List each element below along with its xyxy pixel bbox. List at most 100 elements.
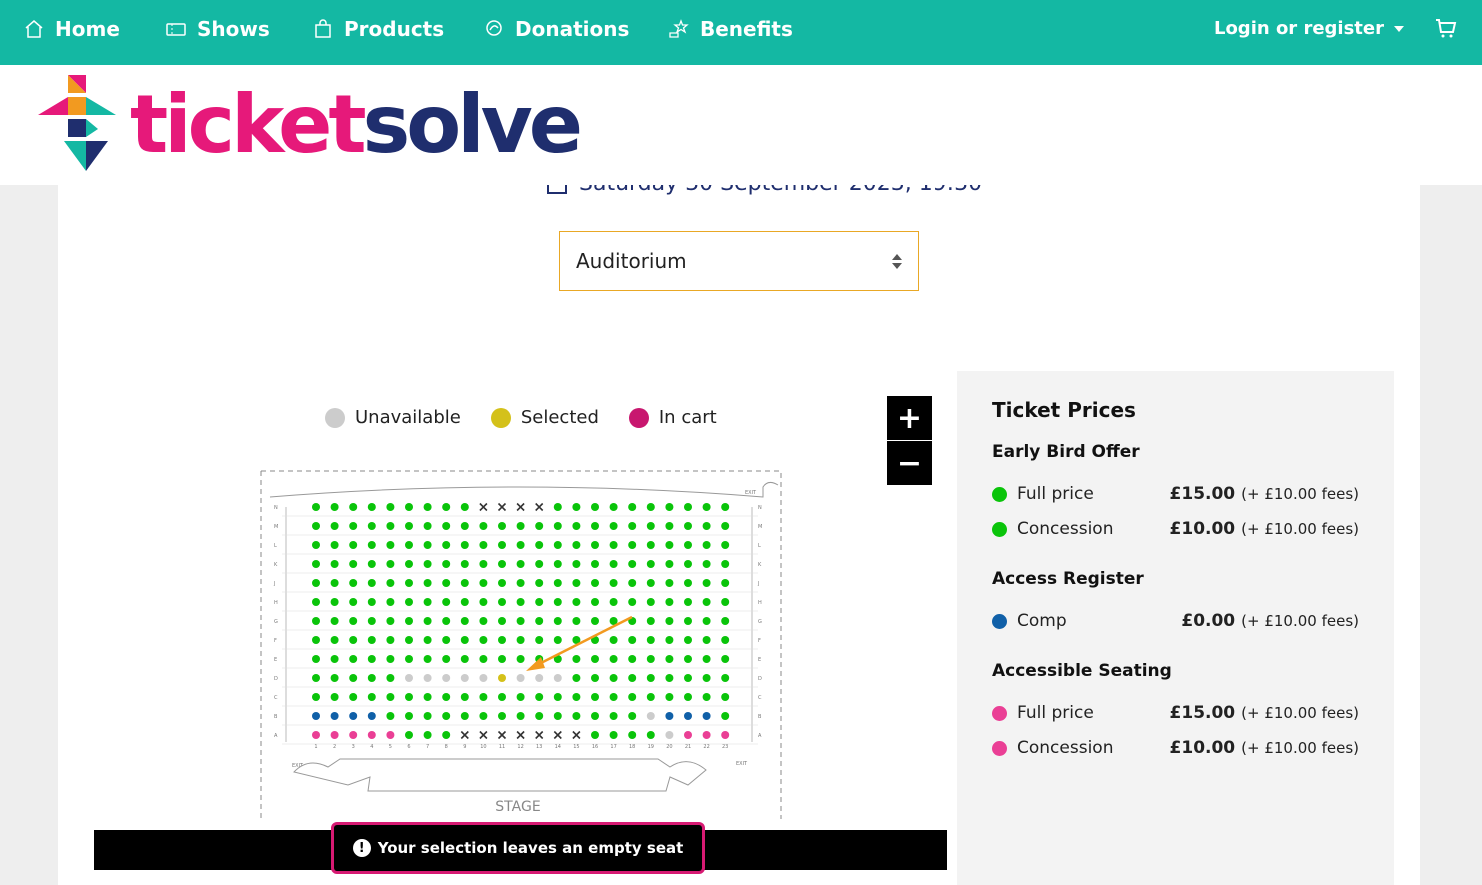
seat-available[interactable] (479, 522, 488, 530)
seat-available[interactable] (572, 541, 581, 549)
seat-accessible[interactable] (349, 731, 358, 739)
seat-available[interactable] (349, 655, 358, 663)
seat-available[interactable] (405, 522, 413, 530)
seat-available[interactable] (460, 579, 469, 587)
seat-available[interactable] (646, 560, 655, 568)
seat-available[interactable] (349, 522, 358, 530)
seat-available[interactable] (460, 636, 469, 644)
seat-access[interactable] (702, 712, 711, 720)
seat-available[interactable] (535, 560, 544, 568)
seat-available[interactable] (423, 655, 432, 663)
seat-available[interactable] (423, 617, 432, 625)
seat-available[interactable] (591, 579, 599, 587)
seat-available[interactable] (553, 617, 562, 625)
seat-available[interactable] (572, 598, 581, 606)
seat-map[interactable]: EXITEXIT EXITSTAGEN NM ML LK KJ JH HG GF FE ED DC CB… (258, 467, 784, 823)
seat-available[interactable] (553, 598, 562, 606)
seat-available[interactable] (405, 598, 413, 606)
seat-available[interactable] (553, 636, 562, 644)
seat-available[interactable] (721, 503, 730, 511)
seat-available[interactable] (572, 674, 581, 682)
seat-available[interactable] (479, 617, 488, 625)
seat-available[interactable] (349, 503, 358, 511)
seat-available[interactable] (609, 655, 618, 663)
seat-available[interactable] (386, 636, 395, 644)
seat-available[interactable] (721, 636, 730, 644)
seat-available[interactable] (405, 655, 413, 663)
seat-available[interactable] (442, 522, 451, 530)
seat-available[interactable] (498, 579, 506, 587)
seat-available[interactable] (460, 503, 469, 511)
seat-available[interactable] (498, 522, 506, 530)
seat-available[interactable] (367, 617, 376, 625)
seat-available[interactable] (460, 617, 469, 625)
seat-available[interactable] (367, 674, 376, 682)
seat-available[interactable] (591, 522, 599, 530)
seat-available[interactable] (665, 522, 674, 530)
seat-available[interactable] (684, 503, 692, 511)
seat-available[interactable] (646, 674, 655, 682)
seat-available[interactable] (628, 693, 637, 701)
nav-donations[interactable]: Donations (484, 16, 629, 42)
seat-available[interactable] (423, 636, 432, 644)
seat-available[interactable] (442, 598, 451, 606)
seat-available[interactable] (591, 617, 599, 625)
seat-available[interactable] (646, 579, 655, 587)
seat-available[interactable] (386, 579, 395, 587)
seat-available[interactable] (405, 560, 413, 568)
seat-available[interactable] (479, 636, 488, 644)
seat-available[interactable] (516, 598, 525, 606)
seat-available[interactable] (684, 636, 692, 644)
seat-available[interactable] (553, 522, 562, 530)
seat-available[interactable] (367, 503, 376, 511)
seat-available[interactable] (628, 503, 637, 511)
seat-available[interactable] (312, 560, 320, 568)
seat-available[interactable] (516, 655, 525, 663)
seat-available[interactable] (702, 541, 711, 549)
seat-available[interactable] (628, 636, 637, 644)
seat-access[interactable] (349, 712, 358, 720)
seat-available[interactable] (367, 579, 376, 587)
seat-available[interactable] (572, 560, 581, 568)
seat-available[interactable] (646, 636, 655, 644)
seat-available[interactable] (516, 636, 525, 644)
seat-available[interactable] (591, 693, 599, 701)
seat-available[interactable] (591, 598, 599, 606)
seat-available[interactable] (479, 655, 488, 663)
seat-available[interactable] (665, 579, 674, 587)
seat-available[interactable] (460, 655, 469, 663)
ticketsolve-wordmark[interactable]: ticketsolve (130, 75, 583, 175)
seat-accessible[interactable] (684, 731, 692, 739)
seat-available[interactable] (609, 636, 618, 644)
seat-available[interactable] (405, 731, 413, 739)
seat-available[interactable] (591, 503, 599, 511)
seat-available[interactable] (684, 617, 692, 625)
seat-available[interactable] (646, 522, 655, 530)
seat-available[interactable] (312, 617, 320, 625)
seat-available[interactable] (423, 579, 432, 587)
seat-available[interactable] (721, 693, 730, 701)
seat-available[interactable] (665, 636, 674, 644)
seat-available[interactable] (535, 579, 544, 587)
seat-available[interactable] (442, 636, 451, 644)
seat-available[interactable] (405, 503, 413, 511)
seat-available[interactable] (479, 598, 488, 606)
seat-available[interactable] (702, 617, 711, 625)
seat-available[interactable] (330, 617, 339, 625)
seat-available[interactable] (386, 541, 395, 549)
seat-available[interactable] (367, 636, 376, 644)
seat-available[interactable] (572, 503, 581, 511)
seat-available[interactable] (479, 541, 488, 549)
seat-available[interactable] (665, 598, 674, 606)
nav-benefits[interactable]: Benefits (669, 16, 793, 42)
seat-available[interactable] (386, 674, 395, 682)
seat-available[interactable] (349, 579, 358, 587)
seat-available[interactable] (405, 693, 413, 701)
seat-available[interactable] (367, 693, 376, 701)
seat-access[interactable] (330, 712, 339, 720)
seat-available[interactable] (405, 541, 413, 549)
seat-available[interactable] (498, 598, 506, 606)
seat-access[interactable] (665, 712, 674, 720)
seat-available[interactable] (535, 522, 544, 530)
seat-available[interactable] (628, 541, 637, 549)
